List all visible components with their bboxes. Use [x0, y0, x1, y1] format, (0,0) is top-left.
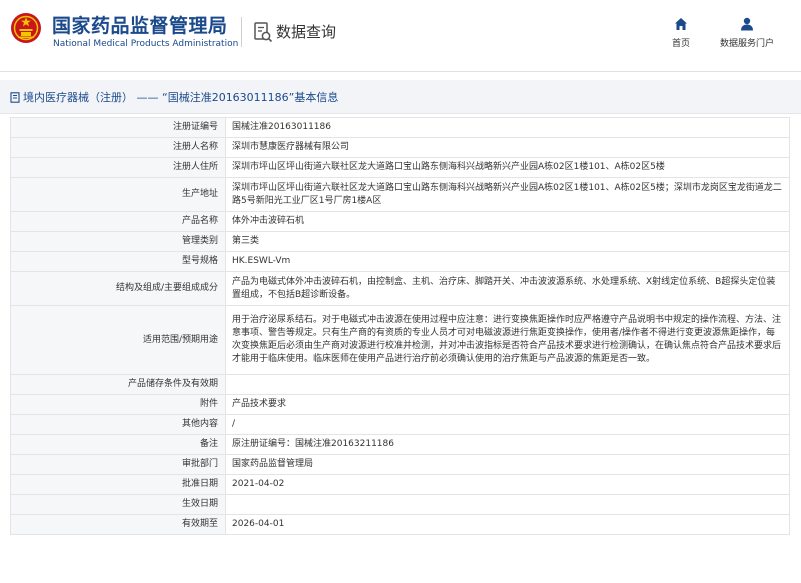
detail-value — [225, 374, 790, 395]
breadcrumb-text-wrap: 境内医疗器械（注册） —— “国械注准20163011186”基本信息 — [10, 89, 338, 105]
user-icon — [741, 17, 753, 31]
nav-data-portal[interactable]: 数据服务门户 — [712, 15, 782, 55]
detail-value: 2021-04-02 — [225, 474, 790, 495]
detail-row-registrant-name: 注册人名称 深圳市慧康医疗器械有限公司 — [10, 137, 790, 158]
detail-value: 深圳市坪山区坪山街道六联社区龙大道路口宝山路东侧海科兴战略新兴产业园A栋02区1… — [225, 177, 790, 212]
detail-row-approval-dept: 审批部门 国家药品监督管理局 — [10, 454, 790, 475]
detail-row-other: 其他内容 / — [10, 414, 790, 435]
detail-value: 产品技术要求 — [225, 394, 790, 415]
detail-value: / — [225, 414, 790, 435]
detail-value: 原注册证编号：国械注准20163211186 — [225, 434, 790, 455]
detail-label: 产品储存条件及有效期 — [10, 374, 226, 395]
detail-value — [225, 494, 790, 515]
site-title[interactable]: 国家药品监督管理局 — [52, 11, 228, 38]
detail-label: 注册人住所 — [10, 157, 226, 178]
header-divider — [241, 17, 242, 47]
detail-row-storage: 产品储存条件及有效期 — [10, 374, 790, 395]
detail-value: 深圳市坪山区坪山街道六联社区龙大道路口宝山路东侧海科兴战略新兴产业园A栋02区1… — [225, 157, 790, 178]
detail-value: 2026-04-01 — [225, 514, 790, 535]
detail-label: 结构及组成/主要组成成分 — [10, 271, 226, 306]
detail-row-effective-date: 生效日期 — [10, 494, 790, 515]
detail-value: 产品为电磁式体外冲击波碎石机，由控制盒、主机、治疗床、脚踏开关、冲击波波源系统、… — [225, 271, 790, 306]
detail-label: 生产地址 — [10, 177, 226, 212]
detail-row-attachment: 附件 产品技术要求 — [10, 394, 790, 415]
detail-row-valid-until: 有效期至 2026-04-01 — [10, 514, 790, 535]
detail-value: 第三类 — [225, 231, 790, 252]
detail-label: 型号规格 — [10, 251, 226, 272]
detail-label: 适用范围/预期用途 — [10, 305, 226, 375]
detail-value: 深圳市慧康医疗器械有限公司 — [225, 137, 790, 158]
detail-label: 有效期至 — [10, 514, 226, 535]
nav-home[interactable]: 首页 — [664, 15, 698, 55]
detail-row-product-name: 产品名称 体外冲击波碎石机 — [10, 211, 790, 232]
detail-label: 产品名称 — [10, 211, 226, 232]
detail-label: 备注 — [10, 434, 226, 455]
detail-row-reg-number: 注册证编号 国械注准20163011186 — [10, 117, 790, 138]
detail-value: 国家药品监督管理局 — [225, 454, 790, 475]
detail-label: 生效日期 — [10, 494, 226, 515]
breadcrumb-label[interactable]: 境内医疗器械（注册） —— “国械注准20163011186”基本信息 — [23, 91, 338, 104]
detail-row-production-address: 生产地址 深圳市坪山区坪山街道六联社区龙大道路口宝山路东侧海科兴战略新兴产业园A… — [10, 177, 790, 212]
detail-value: 用于治疗泌尿系结石。对于电磁式冲击波源在使用过程中应注意：进行变换焦距操作时应严… — [225, 305, 790, 375]
detail-label: 其他内容 — [10, 414, 226, 435]
detail-row-structure: 结构及组成/主要组成成分 产品为电磁式体外冲击波碎石机，由控制盒、主机、治疗床、… — [10, 271, 790, 306]
detail-label: 审批部门 — [10, 454, 226, 475]
nav-data-portal-label: 数据服务门户 — [719, 39, 774, 49]
breadcrumb: 境内医疗器械（注册） —— “国械注准20163011186”基本信息 — [0, 80, 801, 114]
data-query-icon — [254, 22, 273, 43]
home-icon — [675, 18, 687, 30]
detail-label: 管理类别 — [10, 231, 226, 252]
detail-row-remark: 备注 原注册证编号：国械注准20163211186 — [10, 434, 790, 455]
detail-row-intended-use: 适用范围/预期用途 用于治疗泌尿系结石。对于电磁式冲击波源在使用过程中应注意：进… — [10, 305, 790, 375]
detail-label: 批准日期 — [10, 474, 226, 495]
site-subtitle: National Medical Products Administration — [53, 39, 239, 49]
detail-label: 注册证编号 — [10, 117, 226, 138]
nav-home-label: 首页 — [671, 39, 690, 49]
detail-row-model-spec: 型号规格 HK.ESWL-Vm — [10, 251, 790, 272]
detail-value: 国械注准20163011186 — [225, 117, 790, 138]
detail-row-registrant-address: 注册人住所 深圳市坪山区坪山街道六联社区龙大道路口宝山路东侧海科兴战略新兴产业园… — [10, 157, 790, 178]
site-header: 国家药品监督管理局 National Medical Products Admi… — [0, 0, 801, 72]
national-emblem-icon — [11, 13, 41, 43]
detail-value: 体外冲击波碎石机 — [225, 211, 790, 232]
detail-value: HK.ESWL-Vm — [225, 251, 790, 272]
detail-label: 附件 — [10, 394, 226, 415]
detail-label: 注册人名称 — [10, 137, 226, 158]
page-title: 数据查询 — [276, 23, 337, 41]
document-icon — [10, 92, 20, 103]
detail-row-approval-date: 批准日期 2021-04-02 — [10, 474, 790, 495]
registration-detail-table: 注册证编号 国械注准20163011186 注册人名称 深圳市慧康医疗器械有限公… — [10, 117, 790, 535]
detail-row-management-class: 管理类别 第三类 — [10, 231, 790, 252]
